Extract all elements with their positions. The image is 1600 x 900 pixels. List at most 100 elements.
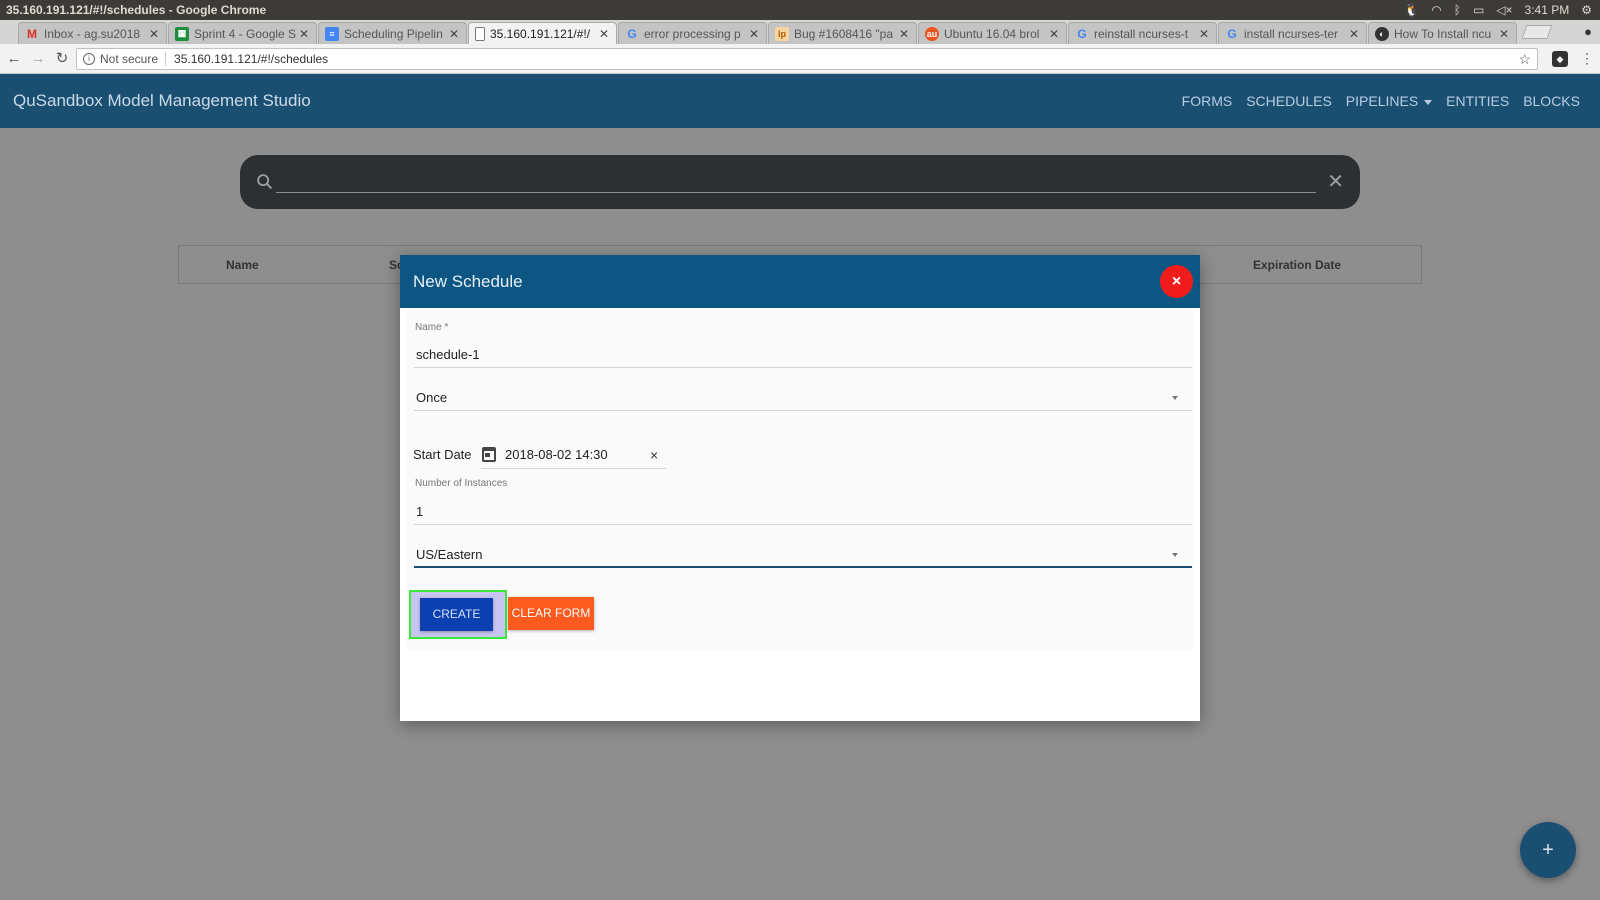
- bluetooth-icon[interactable]: ᛒ: [1454, 0, 1461, 20]
- launchpad-icon: lp: [775, 26, 789, 41]
- tab-close-icon[interactable]: ✕: [1498, 27, 1510, 41]
- search-icon: [257, 174, 273, 190]
- settings-gear-icon[interactable]: ⚙: [1581, 0, 1592, 20]
- close-button[interactable]: ×: [1160, 265, 1193, 298]
- tab-close-icon[interactable]: ✕: [598, 27, 610, 41]
- browser-tab[interactable]: G error processing p ✕: [618, 22, 767, 44]
- column-expiration-date[interactable]: Expiration Date: [1253, 258, 1341, 272]
- app-header: QuSandbox Model Management Studio FORMS …: [0, 74, 1600, 128]
- frequency-select[interactable]: Once: [416, 390, 447, 405]
- start-date-underline: [481, 468, 666, 469]
- browser-tab[interactable]: ◐ How To Install ncu ✕: [1368, 22, 1517, 44]
- tab-close-icon[interactable]: ✕: [748, 27, 760, 41]
- browser-tab[interactable]: ▦ Sprint 4 - Google S ✕: [168, 22, 317, 44]
- url-text[interactable]: 35.160.191.121/#!/schedules: [174, 52, 328, 66]
- browser-tab[interactable]: G install ncurses-ter ✕: [1218, 22, 1367, 44]
- main-nav: FORMS SCHEDULES PIPELINES ENTITIES BLOCK…: [1182, 74, 1580, 128]
- back-arrow-icon[interactable]: ←: [4, 49, 24, 69]
- browser-tab[interactable]: ≡ Scheduling Pipelin ✕: [318, 22, 467, 44]
- browser-toolbar: ← → ↻ i Not secure 35.160.191.121/#!/sch…: [0, 44, 1600, 74]
- tab-close-icon[interactable]: ✕: [1198, 27, 1210, 41]
- docs-icon: ≡: [325, 26, 339, 41]
- chevron-down-icon[interactable]: [1172, 553, 1178, 557]
- page-icon: [475, 26, 485, 41]
- tab-title: install ncurses-ter: [1244, 26, 1339, 41]
- name-field-underline: [414, 367, 1192, 368]
- nav-schedules[interactable]: SCHEDULES: [1246, 93, 1332, 109]
- site-icon: ◐: [1375, 26, 1389, 41]
- system-tray: 🐧 ◠ ᛒ ▭ ◁× 3:41 PM ⚙: [1404, 0, 1592, 20]
- browser-tab[interactable]: lp Bug #1608416 "pa ✕: [768, 22, 917, 44]
- add-schedule-fab[interactable]: +: [1520, 822, 1576, 878]
- frequency-select-underline: [414, 410, 1192, 411]
- chevron-down-icon[interactable]: [1172, 396, 1178, 400]
- browser-tab[interactable]: au Ubuntu 16.04 brol ✕: [918, 22, 1067, 44]
- tab-title: Ubuntu 16.04 brol: [944, 26, 1040, 41]
- calendar-icon[interactable]: [482, 447, 496, 462]
- not-secure-label: Not secure: [100, 52, 159, 66]
- browser-tab-active[interactable]: 35.160.191.121/#!/ ✕: [468, 22, 617, 44]
- bookmark-star-icon[interactable]: ☆: [1518, 51, 1531, 68]
- app-title[interactable]: QuSandbox Model Management Studio: [13, 74, 311, 128]
- google-icon: G: [1077, 26, 1087, 41]
- google-icon: G: [627, 26, 637, 41]
- user-profile-icon[interactable]: ●: [1584, 24, 1592, 39]
- browser-tab-strip: M Inbox - ag.su2018 ✕ ▦ Sprint 4 - Googl…: [0, 20, 1600, 44]
- instances-field-label: Number of Instances: [415, 478, 508, 489]
- linux-icon[interactable]: 🐧: [1404, 0, 1419, 20]
- search-input[interactable]: [276, 192, 1316, 193]
- forward-arrow-icon[interactable]: →: [28, 49, 48, 69]
- tab-close-icon[interactable]: ✕: [148, 27, 160, 41]
- browser-tab[interactable]: M Inbox - ag.su2018 ✕: [18, 22, 167, 44]
- chrome-menu-icon[interactable]: ⋮: [1580, 50, 1594, 67]
- modal-title: New Schedule: [413, 272, 523, 291]
- info-icon[interactable]: i: [83, 53, 95, 65]
- tab-close-icon[interactable]: ✕: [448, 27, 460, 41]
- name-field[interactable]: schedule-1: [416, 347, 480, 362]
- reload-icon[interactable]: ↻: [52, 49, 72, 69]
- gmail-icon: M: [27, 26, 37, 41]
- tab-close-icon[interactable]: ✕: [1348, 27, 1360, 41]
- clear-form-button[interactable]: CLEAR FORM: [508, 597, 594, 630]
- os-title-bar: 35.160.191.121/#!/schedules - Google Chr…: [0, 0, 1600, 20]
- nav-pipelines-label: PIPELINES: [1345, 93, 1419, 109]
- timezone-select[interactable]: US/Eastern: [416, 547, 482, 562]
- caret-down-icon: [1424, 99, 1433, 105]
- instances-field[interactable]: 1: [416, 504, 423, 519]
- nav-blocks[interactable]: BLOCKS: [1523, 93, 1580, 109]
- tab-title: Bug #1608416 "pa: [794, 26, 894, 41]
- start-date-label: Start Date: [413, 447, 472, 462]
- search-bar: ✕: [240, 155, 1360, 209]
- volume-muted-icon[interactable]: ◁×: [1496, 0, 1512, 20]
- omnibox-divider: [165, 52, 167, 66]
- google-icon: G: [1227, 26, 1237, 41]
- tab-title: reinstall ncurses-t: [1094, 26, 1189, 41]
- address-bar[interactable]: i Not secure 35.160.191.121/#!/schedules…: [76, 48, 1538, 70]
- browser-tab[interactable]: G reinstall ncurses-t ✕: [1068, 22, 1217, 44]
- date-clear-icon[interactable]: ×: [650, 447, 658, 463]
- tab-close-icon[interactable]: ✕: [898, 27, 910, 41]
- create-button[interactable]: CREATE: [420, 598, 493, 631]
- modal-header: New Schedule ×: [400, 255, 1200, 308]
- extension-icon[interactable]: ◆: [1552, 51, 1568, 67]
- askubuntu-icon: au: [925, 26, 939, 41]
- tab-close-icon[interactable]: ✕: [298, 27, 310, 41]
- nav-pipelines-dropdown[interactable]: PIPELINES: [1345, 93, 1433, 109]
- tab-title: Sprint 4 - Google S: [194, 26, 297, 41]
- search-clear-icon[interactable]: ✕: [1327, 169, 1344, 194]
- tab-title: error processing p: [644, 26, 741, 41]
- tab-close-icon[interactable]: ✕: [1048, 27, 1060, 41]
- tab-title: Inbox - ag.su2018: [44, 26, 141, 41]
- timezone-select-underline: [414, 566, 1192, 568]
- nav-forms[interactable]: FORMS: [1182, 93, 1233, 109]
- instances-field-underline: [414, 524, 1192, 525]
- start-date-field[interactable]: 2018-08-02 14:30: [505, 447, 608, 462]
- new-tab-button[interactable]: [1521, 25, 1553, 39]
- battery-icon[interactable]: ▭: [1473, 0, 1484, 20]
- tab-title: How To Install ncu: [1394, 26, 1492, 41]
- nav-entities[interactable]: ENTITIES: [1446, 93, 1509, 109]
- wifi-icon[interactable]: ◠: [1431, 0, 1441, 20]
- column-name[interactable]: Name: [226, 258, 259, 272]
- clock[interactable]: 3:41 PM: [1525, 0, 1570, 20]
- new-schedule-modal: New Schedule × Name * schedule-1 Once St…: [400, 255, 1200, 721]
